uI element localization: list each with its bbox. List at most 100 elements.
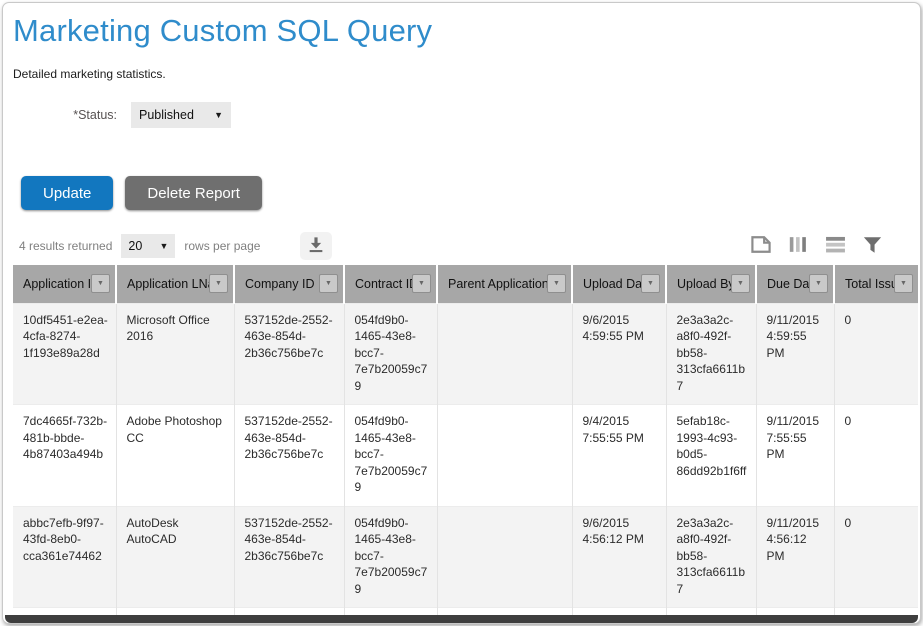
- column-header: Total Issues ▼: [834, 265, 918, 303]
- table-cell: 7dc4665f-732b-481b-bbde-4b87403a494b: [13, 405, 116, 507]
- filter-button[interactable]: [860, 235, 884, 257]
- table-cell: 537152de-2552-463e-854d-2b36c756be7c: [234, 506, 344, 608]
- page-size-value: 20: [128, 239, 142, 253]
- table-cell: 9/6/2015 4:59:55 PM: [572, 303, 666, 405]
- column-header-label: Application ID: [23, 277, 91, 291]
- columns-view-button[interactable]: [786, 235, 810, 257]
- rows-icon: [825, 236, 846, 256]
- table-cell: Microsoft Office 2016: [116, 303, 234, 405]
- download-button[interactable]: [300, 232, 332, 260]
- column-header-label: Upload By: [677, 277, 731, 291]
- chevron-down-icon: ▼: [97, 280, 104, 287]
- download-icon: [306, 235, 326, 257]
- column-menu-button[interactable]: ▼: [894, 274, 913, 293]
- table-header-row: Application ID▼Application LName▼Company…: [13, 265, 918, 303]
- rows-per-page-label: rows per page: [184, 239, 260, 253]
- column-header-label: Due Date: [767, 277, 809, 291]
- column-menu-button[interactable]: ▼: [412, 274, 431, 293]
- table-cell: 0: [834, 405, 918, 507]
- status-label: *Status:: [65, 108, 117, 122]
- column-header: Upload Date ▼: [572, 265, 666, 303]
- table-cell: abbc7efb-9f97-43fd-8eb0-cca361e74462: [13, 506, 116, 608]
- column-menu-button[interactable]: ▼: [641, 274, 660, 293]
- delete-report-button[interactable]: Delete Report: [125, 176, 262, 210]
- chevron-down-icon: ▼: [647, 280, 654, 287]
- table-row[interactable]: 7dc4665f-732b-481b-bbde-4b87403a494bAdob…: [13, 405, 918, 507]
- app-window: Marketing Custom SQL Query Detailed mark…: [2, 2, 921, 624]
- table-cell: [437, 506, 572, 608]
- column-menu-button[interactable]: ▼: [209, 274, 228, 293]
- update-button[interactable]: Update: [21, 176, 113, 210]
- results-table: Application ID▼Application LName▼Company…: [13, 265, 918, 624]
- column-header: Application ID ▼: [13, 265, 116, 303]
- chevron-down-icon: ▼: [737, 280, 744, 287]
- column-header: Contract ID ▼: [344, 265, 437, 303]
- table-cell: 9/11/2015 4:56:12 PM: [756, 506, 834, 608]
- table-header: Application ID▼Application LName▼Company…: [13, 265, 918, 303]
- column-header-label: Upload Date: [583, 277, 641, 291]
- page-subtitle: Detailed marketing statistics.: [13, 67, 912, 82]
- table-cell: 10df5451-e2ea-4cfa-8274-1f193e89a28d: [13, 303, 116, 405]
- column-header: Company ID ▼: [234, 265, 344, 303]
- results-bar: 4 results returned 20 ▼ rows per page: [13, 231, 912, 261]
- table-cell: Adobe Photoshop CC: [116, 405, 234, 507]
- column-menu-button[interactable]: ▼: [809, 274, 828, 293]
- column-header-label: Total Issues: [845, 277, 894, 291]
- chevron-down-icon: ▼: [900, 280, 907, 287]
- column-menu-button[interactable]: ▼: [547, 274, 566, 293]
- table-cell: 054fd9b0-1465-43e8-bcc7-7e7b20059c79: [344, 405, 437, 507]
- table-cell: 054fd9b0-1465-43e8-bcc7-7e7b20059c79: [344, 303, 437, 405]
- button-row: Update Delete Report: [13, 176, 912, 210]
- table-row[interactable]: abbc7efb-9f97-43fd-8eb0-cca361e74462Auto…: [13, 506, 918, 608]
- table-cell: 5efab18c-1993-4c93-b0d5-86dd92b1f6ff: [666, 405, 756, 507]
- chevron-down-icon: ▼: [215, 280, 222, 287]
- chevron-down-icon: ▼: [553, 280, 560, 287]
- column-header: Upload By ▼: [666, 265, 756, 303]
- column-header-label: Company ID: [245, 277, 314, 291]
- table-cell: 9/4/2015 7:55:55 PM: [572, 405, 666, 507]
- chevron-down-icon: ▼: [418, 280, 425, 287]
- column-header-label: Parent Application ID: [448, 277, 547, 291]
- table-cell: 9/11/2015 4:59:55 PM: [756, 303, 834, 405]
- status-select[interactable]: Published ▼: [131, 102, 231, 128]
- page-size-select[interactable]: 20 ▼: [121, 234, 175, 258]
- rows-view-button[interactable]: [823, 235, 847, 257]
- status-select-value: Published: [139, 108, 194, 122]
- column-header-label: Contract ID: [355, 277, 412, 291]
- column-header: Parent Application ID ▼: [437, 265, 572, 303]
- column-menu-button[interactable]: ▼: [319, 274, 338, 293]
- table-cell: AutoDesk AutoCAD: [116, 506, 234, 608]
- column-menu-button[interactable]: ▼: [91, 274, 110, 293]
- table-cell: [437, 405, 572, 507]
- table-cell: 2e3a3a2c-a8f0-492f-bb58-313cfa6611b7: [666, 303, 756, 405]
- table-cell: 0: [834, 303, 918, 405]
- table-cell: 9/6/2015 4:56:12 PM: [572, 506, 666, 608]
- page-icon: [750, 235, 772, 257]
- table-cell: 537152de-2552-463e-854d-2b36c756be7c: [234, 303, 344, 405]
- table-cell: 537152de-2552-463e-854d-2b36c756be7c: [234, 405, 344, 507]
- report-page: Marketing Custom SQL Query Detailed mark…: [3, 3, 920, 624]
- column-menu-button[interactable]: ▼: [731, 274, 750, 293]
- status-row: *Status: Published ▼: [13, 102, 912, 128]
- chevron-down-icon: ▼: [815, 280, 822, 287]
- column-header: Due Date ▼: [756, 265, 834, 303]
- table-cell: 0: [834, 506, 918, 608]
- page-view-button[interactable]: [749, 235, 773, 257]
- table-body: 10df5451-e2ea-4cfa-8274-1f193e89a28dMicr…: [13, 303, 918, 624]
- chevron-down-icon: ▼: [214, 110, 223, 120]
- column-header-label: Application LName: [127, 277, 209, 291]
- table-row[interactable]: 10df5451-e2ea-4cfa-8274-1f193e89a28dMicr…: [13, 303, 918, 405]
- chevron-down-icon: ▼: [325, 280, 332, 287]
- page-title: Marketing Custom SQL Query: [13, 9, 912, 53]
- table-cell: 2e3a3a2c-a8f0-492f-bb58-313cfa6611b7: [666, 506, 756, 608]
- chevron-down-icon: ▼: [159, 241, 168, 251]
- table-cell: 054fd9b0-1465-43e8-bcc7-7e7b20059c79: [344, 506, 437, 608]
- column-header: Application LName ▼: [116, 265, 234, 303]
- filter-icon: [863, 236, 882, 257]
- table-cell: [437, 303, 572, 405]
- results-count: 4 results returned: [19, 239, 112, 253]
- table-cell: 9/11/2015 7:55:55 PM: [756, 405, 834, 507]
- window-bottom-bar: [5, 615, 918, 623]
- columns-icon: [789, 235, 807, 257]
- grid-toolbar-icons: [749, 235, 906, 257]
